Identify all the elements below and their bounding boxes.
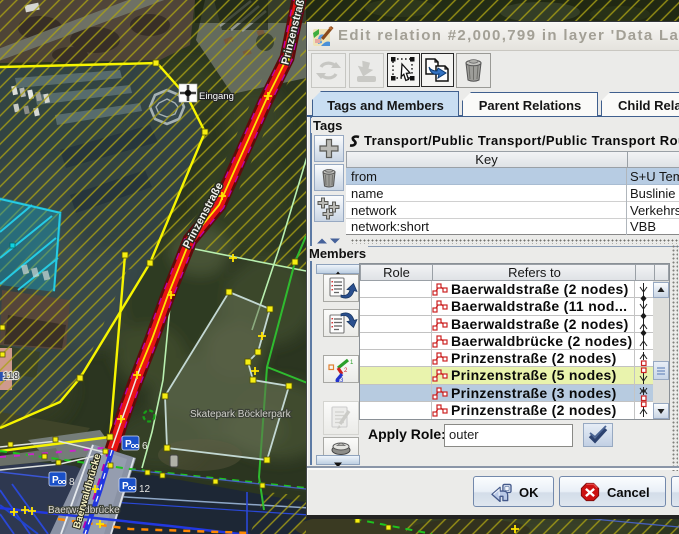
- svg-text:3: 3: [340, 378, 344, 382]
- svg-text:Eingang: Eingang: [199, 91, 234, 102]
- svg-text:8: 8: [69, 477, 75, 488]
- svg-text:Skatepark Böcklerpark: Skatepark Böcklerpark: [190, 409, 292, 420]
- svg-text:1: 1: [350, 360, 354, 366]
- svg-text:P: P: [125, 439, 132, 450]
- svg-text:P: P: [52, 475, 59, 486]
- svg-text:12: 12: [139, 484, 151, 495]
- svg-text:2: 2: [344, 368, 348, 374]
- svg-text:118: 118: [3, 371, 19, 382]
- svg-text:P: P: [122, 481, 129, 492]
- svg-text:6: 6: [142, 441, 148, 452]
